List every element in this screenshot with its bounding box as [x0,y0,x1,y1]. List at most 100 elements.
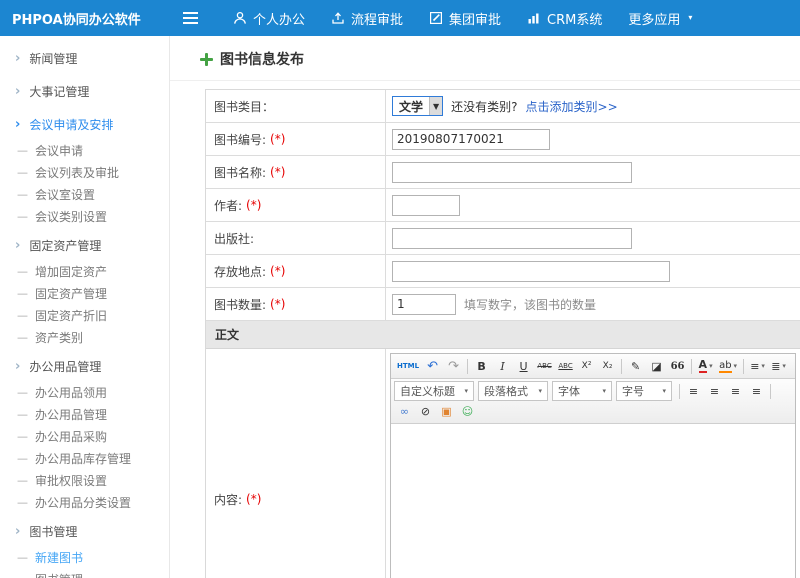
heading-dropdown[interactable]: 自定义标题▾ [394,381,474,401]
sidebar-item-supplies-claim[interactable]: — 办公用品领用 [0,381,169,403]
nav-personal-office[interactable]: 个人办公 [220,0,318,36]
format-painter-button[interactable]: ✎ [625,356,646,376]
sidebar-item-book-new[interactable]: — 新建图书 [0,546,169,568]
sidebar-item-meeting-list[interactable]: — 会议列表及审批 [0,161,169,183]
font-family-value: 字体 [558,383,580,399]
dash-icon: — [17,408,28,421]
form-row-book-name: 图书名称: (*) [206,156,800,189]
app-window: PHPOA协同办公软件 个人办公 流程审批 [0,0,800,578]
editor-content-area[interactable] [391,424,795,578]
align-left-icon: ≡ [689,385,698,398]
highlight-color-button[interactable]: ab▾ [716,356,740,376]
link-button[interactable]: ∞ [394,401,415,421]
autotypeset-button[interactable]: ABC [555,356,576,376]
caret-down-icon: ▼ [429,97,442,115]
ordered-list-button[interactable]: ≣▾ [768,356,789,376]
sidebar-item-label: 办公用品管理 [35,406,107,423]
sidebar-item-asset-add[interactable]: — 增加固定资产 [0,260,169,282]
nav-group-approval[interactable]: 集团审批 [416,0,514,36]
nav-label: 个人办公 [253,9,305,28]
sidebar-item-supplies-manage[interactable]: — 办公用品管理 [0,403,169,425]
sidebar-item-meeting-room[interactable]: — 会议室设置 [0,183,169,205]
app-logo: PHPOA协同办公软件 [0,9,170,28]
dash-icon: — [17,166,28,179]
align-justify-button[interactable]: ≡ [746,381,767,401]
sidebar-group-label: 图书管理 [29,523,77,540]
font-size-dropdown[interactable]: 字号▾ [616,381,672,401]
caret-down-icon: ▾ [688,14,692,22]
sidebar-group-books[interactable]: › 图书管理 [0,517,169,546]
undo-icon: ↶ [427,359,438,374]
undo-button[interactable]: ↶ [422,356,443,376]
sidebar-item-meeting-apply[interactable]: — 会议申请 [0,139,169,161]
sidebar-group-memorabilia[interactable]: › 大事记管理 [0,77,169,106]
sidebar-item-supplies-purchase[interactable]: — 办公用品采购 [0,425,169,447]
paragraph-format-dropdown[interactable]: 段落格式▾ [478,381,548,401]
italic-button[interactable]: I [492,356,513,376]
sidebar-item-meeting-category[interactable]: — 会议类别设置 [0,205,169,227]
sidebar-item-asset-manage[interactable]: — 固定资产管理 [0,282,169,304]
redo-button[interactable]: ↷ [443,356,464,376]
editor-toolbar-row2: 自定义标题▾ 段落格式▾ 字体▾ 字号▾ ≡ ≡ ≡ ≡ [391,379,795,424]
strikethrough-button[interactable]: ABC [534,356,555,376]
sidebar-item-supplies-inventory[interactable]: — 办公用品库存管理 [0,447,169,469]
superscript-button[interactable]: X² [576,356,597,376]
emotion-button[interactable]: ☺ [457,401,478,421]
caret-down-icon: ▾ [538,387,542,395]
sidebar-group-news[interactable]: › 新闻管理 [0,44,169,73]
form-row-category: 图书类目： 文学 ▼ 还没有类别? 点击添加类别>> [206,90,800,123]
sidebar-group-label: 办公用品管理 [29,358,101,375]
link-icon: ∞ [400,405,409,418]
dash-icon: — [17,309,28,322]
category-select[interactable]: 文学 ▼ [392,96,443,116]
align-left-button[interactable]: ≡ [683,381,704,401]
italic-icon: I [500,360,504,373]
add-category-link[interactable]: 点击添加类别>> [526,98,618,115]
sidebar-item-label: 资产类别 [35,329,83,346]
sidebar-group-office-supplies[interactable]: › 办公用品管理 [0,352,169,381]
nav-label: 集团审批 [449,9,501,28]
sidebar-item-asset-category[interactable]: — 资产类别 [0,326,169,348]
source-code-icon: HTML [397,362,419,370]
caret-down-icon: ▾ [662,387,666,395]
unordered-list-button[interactable]: ≡▾ [747,356,768,376]
publisher-input[interactable] [392,228,632,249]
sidebar-group-fixed-assets[interactable]: › 固定资产管理 [0,231,169,260]
menu-toggle-button[interactable] [170,0,210,36]
author-input[interactable] [392,195,460,216]
chart-bars-icon [527,11,541,25]
nav-crm-system[interactable]: CRM系统 [514,0,615,36]
bold-button[interactable]: B [471,356,492,376]
sidebar-item-asset-depreciation[interactable]: — 固定资产折旧 [0,304,169,326]
source-code-button[interactable]: HTML [394,356,422,376]
book-name-input[interactable] [392,162,632,183]
nav-process-approval[interactable]: 流程审批 [318,0,416,36]
subscript-button[interactable]: X₂ [597,356,618,376]
book-no-input[interactable] [392,129,550,150]
underline-button[interactable]: U [513,356,534,376]
quantity-input[interactable] [392,294,456,315]
sidebar-item-approval-permission[interactable]: — 审批权限设置 [0,469,169,491]
sidebar-item-book-manage[interactable]: — 图书管理 [0,568,169,578]
page-header: 图书信息发布 [170,36,800,81]
font-family-dropdown[interactable]: 字体▾ [552,381,612,401]
insert-image-button[interactable]: ▣ [436,401,457,421]
insert-image-icon: ▣ [441,405,451,418]
remove-format-button[interactable]: ◪ [646,356,667,376]
sidebar-item-supplies-category[interactable]: — 办公用品分类设置 [0,491,169,513]
font-color-button[interactable]: A▾ [695,356,716,376]
dash-icon: — [17,430,28,443]
align-right-button[interactable]: ≡ [725,381,746,401]
dash-icon: — [17,573,28,578]
sidebar-group-meeting[interactable]: › 会议申请及安排 [0,110,169,139]
align-center-button[interactable]: ≡ [704,381,725,401]
blockquote-button[interactable]: 66 [667,356,688,376]
edit-approval-icon [429,11,443,25]
autotypeset-icon: ABC [558,362,572,370]
location-input[interactable] [392,261,670,282]
align-center-icon: ≡ [710,385,719,398]
quantity-hint: 填写数字，该图书的数量 [464,296,596,313]
nav-more-apps[interactable]: 更多应用 ▾ [615,0,705,36]
category-label: 图书类目： [214,98,274,115]
unlink-button[interactable]: ⊘ [415,401,436,421]
